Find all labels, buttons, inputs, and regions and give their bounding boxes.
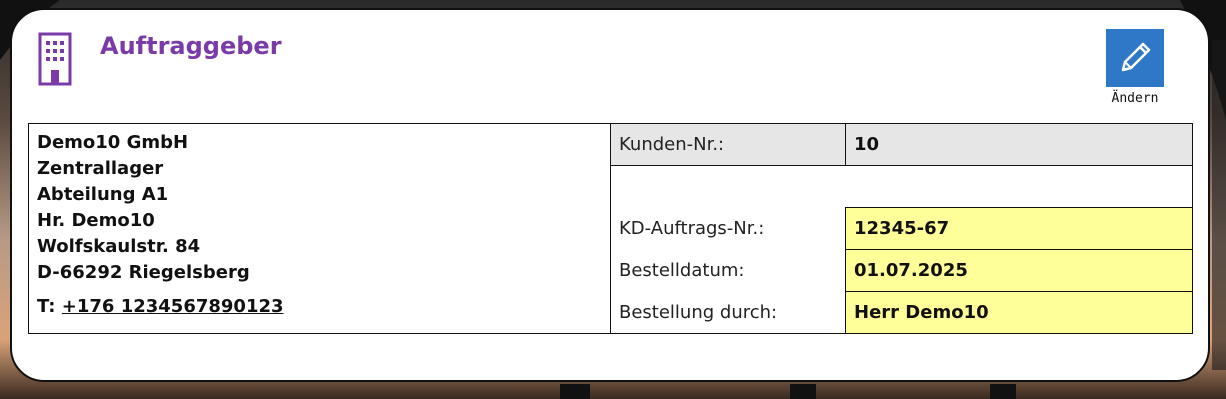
address-line: Abteilung A1 <box>37 184 169 205</box>
section-title: Auftraggeber <box>100 32 282 60</box>
customer-no-value: 10 <box>845 123 1193 166</box>
order-no-field[interactable]: 12345-67 <box>845 207 1193 250</box>
building-icon <box>38 32 72 86</box>
order-no-label: KD-Auftrags-Nr.: <box>610 207 846 250</box>
phone-row: T: +176 1234567890123 <box>37 294 602 320</box>
phone-prefix: T: <box>37 296 56 317</box>
edit-button[interactable] <box>1106 29 1164 87</box>
customer-details-table: Demo10 GmbH Zentrallager Abteilung A1 Hr… <box>28 123 1193 334</box>
order-date-label: Bestelldatum: <box>610 249 846 292</box>
ordered-by-label: Bestellung durch: <box>610 291 846 334</box>
address-block: Demo10 GmbH Zentrallager Abteilung A1 Hr… <box>28 123 611 334</box>
edit-button-label[interactable]: Ändern <box>1094 91 1176 106</box>
address-line: Wolfskaulstr. 84 <box>37 236 201 257</box>
customer-no-label: Kunden-Nr.: <box>610 123 846 166</box>
address-line: D-66292 Riegelsberg <box>37 262 250 283</box>
ordered-by-field[interactable]: Herr Demo10 <box>845 291 1193 334</box>
customer-card: Auftraggeber Ändern Demo10 GmbH Zentrall… <box>10 8 1210 382</box>
pencil-icon <box>1121 42 1151 72</box>
address-line: Zentrallager <box>37 158 164 179</box>
address-line: Hr. Demo10 <box>37 210 155 231</box>
order-date-field[interactable]: 01.07.2025 <box>845 249 1193 292</box>
address-line: Demo10 GmbH <box>37 132 189 153</box>
spacer-cell <box>610 165 1193 208</box>
phone-link[interactable]: +176 1234567890123 <box>62 296 284 317</box>
